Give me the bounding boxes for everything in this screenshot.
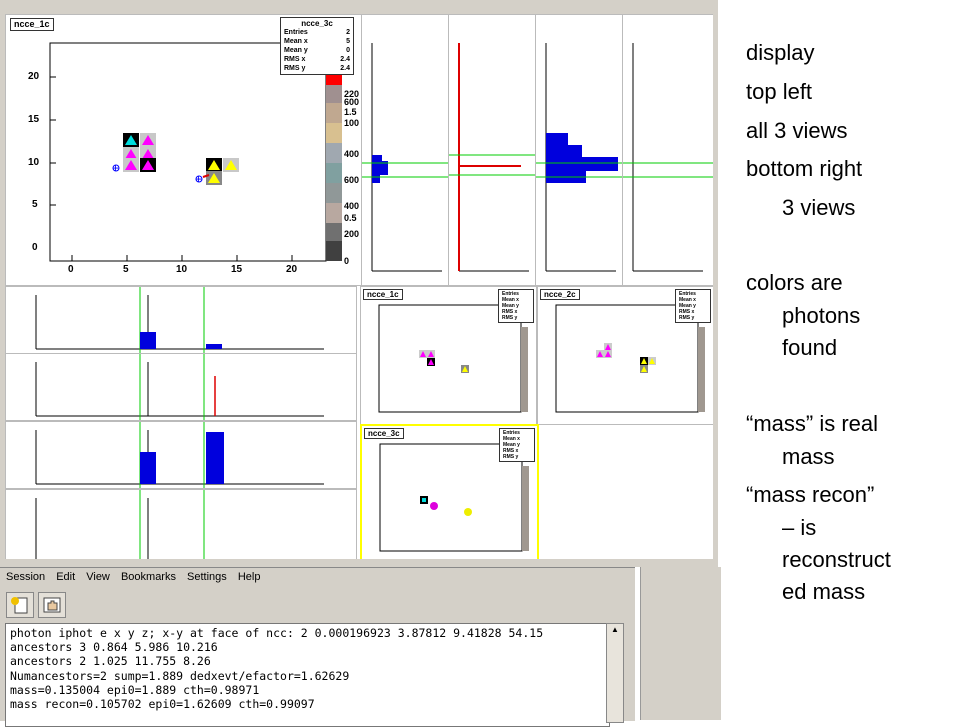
note-line: mass [782, 444, 835, 469]
vertical-projection-pad-4[interactable] [622, 14, 713, 286]
vertical-projection-pad-3[interactable] [535, 14, 623, 286]
small-view-pad-3-selected[interactable]: ncce_3c Entries Mean x Mean y RMS x RMS y [360, 424, 539, 559]
menu-help[interactable]: Help [238, 571, 261, 583]
note-line: “mass recon” [746, 482, 875, 507]
main-xtick: 20 [286, 264, 298, 275]
terminal-line: mass recon=0.105702 epi0=1.62609 cth=0.9… [10, 697, 315, 712]
main-xtick: 15 [231, 264, 243, 275]
new-session-button[interactable] [6, 592, 34, 618]
small-view-pad-2[interactable]: ncce_2c Entries Mean x Mean y RMS x RMS y [537, 286, 713, 425]
note-line: display [746, 40, 815, 65]
palette-tick: 600 [344, 175, 360, 185]
stats-row: RMS x 2.4 [284, 56, 350, 63]
vproj4-graphics [623, 43, 713, 272]
palette-tick: 200 [344, 229, 360, 239]
manage-sessions-button[interactable] [38, 592, 66, 618]
note-line: found [782, 335, 838, 360]
palette-tick: 0.5 [344, 213, 357, 223]
main-hit-display-pad[interactable]: + + ncce_1c ncce_3c Entries 2 Mean x 5 M… [5, 14, 362, 286]
note-line: colors are [746, 270, 843, 295]
terminal-menubar: Session Edit View Bookmarks Settings Hel… [6, 571, 268, 587]
horizontal-projection-pad-3[interactable] [5, 421, 357, 489]
note-line: 3 views [782, 195, 856, 220]
stats-title: ncce_3c [301, 19, 333, 28]
background-window-edge [640, 567, 721, 720]
hproj4-graphics [35, 490, 205, 559]
small-view-pad-1[interactable]: ncce_1c Entries Mean x Mean y RMS x RMS y [360, 286, 537, 425]
vproj2-graphics [449, 43, 535, 272]
vproj1-graphics [362, 43, 448, 272]
small1-stats: Entries Mean x Mean y RMS x RMS y [498, 289, 534, 323]
terminal-scrollbar[interactable]: ▲ [606, 623, 624, 723]
menu-settings[interactable]: Settings [187, 571, 227, 583]
terminal-line: photon iphot e x y z; x-y at face of ncc… [10, 626, 544, 640]
terminal-line: Numancestors=2 sump=1.889 dedxevt/efacto… [10, 668, 350, 683]
menu-view[interactable]: View [86, 571, 110, 583]
note-line: top left [746, 79, 813, 104]
note-line: bottom right [746, 156, 863, 181]
palette-tick: 400 [344, 149, 360, 159]
main-ytick: 0 [32, 242, 38, 253]
main-xtick: 0 [68, 264, 74, 275]
terminal-line: ancestors 3 0.864 5.986 10.216 [10, 640, 218, 655]
note-line: ed mass [782, 579, 866, 604]
hproj1-graphics [35, 287, 324, 353]
main-ytick: 15 [28, 114, 40, 125]
main-ytick: 5 [32, 199, 38, 210]
hproj3-graphics [35, 422, 324, 488]
new-session-icon [11, 597, 28, 614]
horizontal-projection-pad-1[interactable] [5, 286, 357, 354]
small3-stats: Entries Mean x Mean y RMS x RMS y [499, 428, 535, 462]
note-line: “mass” is real [746, 411, 879, 436]
menu-bookmarks[interactable]: Bookmarks [121, 571, 176, 583]
stats-row: Mean y0 [284, 47, 350, 54]
horizontal-projection-pad-2[interactable] [5, 353, 357, 421]
note-line: all 3 views [746, 118, 848, 143]
stats-row: RMS y 2.4 [284, 65, 350, 72]
main-stats-box: ncce_3c Entries 2 Mean x5 Mean y0 RMS x 2.… [280, 17, 354, 75]
terminal-line: ancestors 2 1.025 11.755 8.26 [10, 654, 211, 669]
small2-title: ncce_2c [540, 289, 580, 300]
scroll-up-arrow-icon[interactable]: ▲ [607, 624, 623, 636]
terminal-line: mass=0.135004 epi0=1.889 cth=0.98971 [10, 682, 260, 697]
small3-title: ncce_3c [364, 428, 404, 439]
main-ytick: 10 [28, 157, 40, 168]
menu-edit[interactable]: Edit [56, 571, 75, 583]
hproj2-graphics [35, 354, 324, 420]
root-canvas[interactable]: + + ncce_1c ncce_3c Entries 2 Mean x 5 M… [5, 14, 713, 559]
root-canvas-window: + + ncce_1c ncce_3c Entries 2 Mean x 5 M… [0, 0, 718, 567]
horizontal-projection-pad-4[interactable] [5, 489, 357, 559]
note-line: reconstruct [782, 547, 891, 572]
small1-title: ncce_1c [363, 289, 403, 300]
palette-tick: 400 [344, 201, 360, 211]
main-xtick: 10 [176, 264, 188, 275]
stats-row: Mean x5 [284, 38, 350, 45]
main-xtick: 5 [123, 264, 129, 275]
palette-tick: 0 [344, 256, 350, 266]
vproj3-graphics [536, 43, 622, 272]
vertical-projection-pad-2[interactable] [448, 14, 536, 286]
menu-session[interactable]: Session [6, 571, 45, 583]
vertical-projection-pad-1[interactable] [361, 14, 449, 286]
note-line: photons [782, 303, 861, 328]
palette-tick: 600 [344, 97, 360, 107]
hand-icon [43, 597, 61, 613]
main-ytick: 20 [28, 71, 40, 82]
stats-row: Entries 2 [284, 29, 350, 36]
palette-tick: 100 [344, 118, 360, 128]
note-line: – is [782, 515, 817, 540]
main-pad-title: ncce_1c [10, 18, 54, 31]
terminal-output[interactable]: photon iphot e x y z; x-y at face of ncc… [5, 623, 610, 727]
terminal-window: Session Edit View Bookmarks Settings Hel… [0, 567, 635, 727]
palette-tick: 1.5 [344, 107, 357, 117]
small2-stats: Entries Mean x Mean y RMS x RMS y [675, 289, 711, 323]
svg-text:+: + [195, 172, 202, 186]
